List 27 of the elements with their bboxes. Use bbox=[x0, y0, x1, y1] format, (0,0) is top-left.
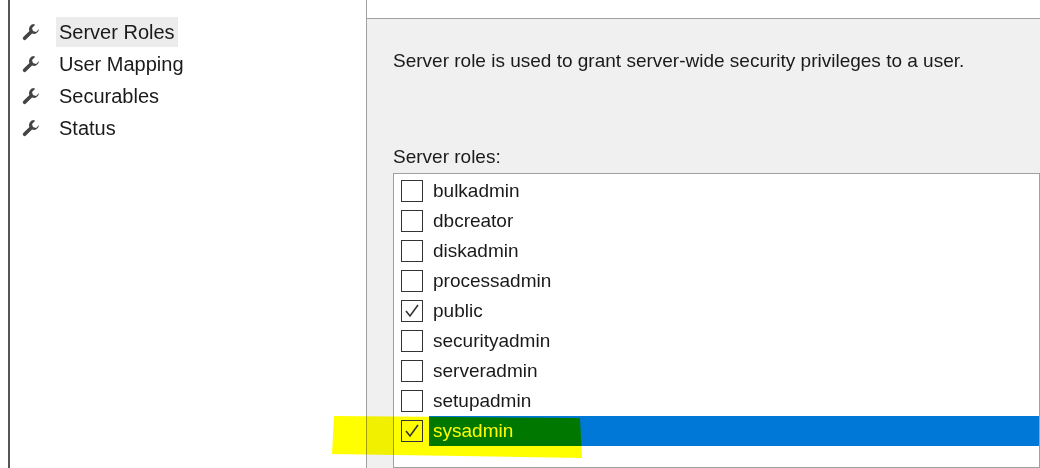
sidebar-item[interactable]: Server Roles bbox=[56, 17, 178, 47]
checkbox[interactable] bbox=[401, 420, 423, 442]
role-item[interactable]: public bbox=[429, 296, 1039, 326]
description-text: Server role is used to grant server-wide security privileges to a user. bbox=[393, 49, 965, 73]
role-item[interactable]: bulkadmin bbox=[429, 176, 1039, 206]
sidebar-item[interactable]: Status bbox=[56, 113, 119, 143]
checkbox[interactable] bbox=[401, 240, 423, 262]
role-item[interactable]: securityadmin bbox=[429, 326, 1039, 356]
wrench-icon bbox=[22, 87, 40, 105]
role-item[interactable]: dbcreator bbox=[429, 206, 1039, 236]
checkbox[interactable] bbox=[401, 300, 423, 322]
roles-label: Server roles: bbox=[393, 145, 501, 169]
wrench-icon bbox=[22, 119, 40, 137]
checkbox[interactable] bbox=[401, 360, 423, 382]
sidebar-item[interactable]: User Mapping bbox=[56, 49, 187, 79]
role-item[interactable]: serveradmin bbox=[429, 356, 1039, 386]
checkbox[interactable] bbox=[401, 390, 423, 412]
checkbox[interactable] bbox=[401, 330, 423, 352]
role-item[interactable]: processadmin bbox=[429, 266, 1039, 296]
wrench-icon bbox=[22, 55, 40, 73]
role-item[interactable]: setupadmin bbox=[429, 386, 1039, 416]
sidebar-item[interactable]: Securables bbox=[56, 81, 163, 111]
checkbox[interactable] bbox=[401, 270, 423, 292]
checkbox[interactable] bbox=[401, 180, 423, 202]
checkbox[interactable] bbox=[401, 210, 423, 232]
role-item[interactable]: diskadmin bbox=[429, 236, 1039, 266]
wrench-icon bbox=[22, 23, 40, 41]
